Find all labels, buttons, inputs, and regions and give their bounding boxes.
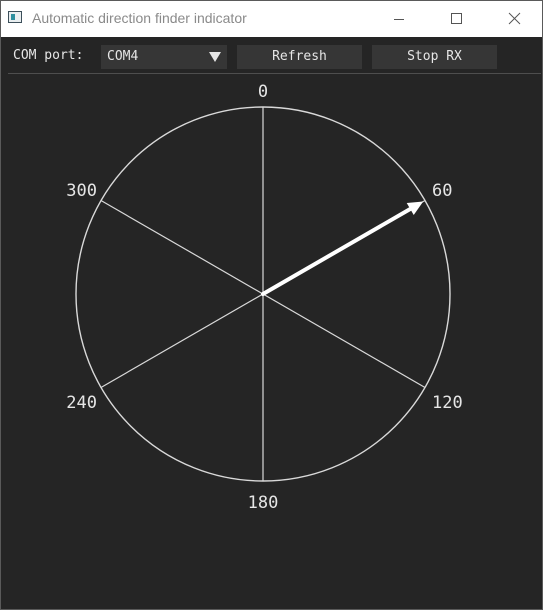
dial-label-120: 120	[432, 393, 463, 413]
needle-shaft	[261, 206, 414, 296]
dial-label-0: 0	[258, 82, 268, 102]
dial-label-60: 60	[432, 181, 452, 201]
app-window: Automatic direction finder indicator COM…	[0, 0, 543, 610]
dial-label-240: 240	[66, 393, 97, 413]
bearing-needle	[261, 201, 424, 296]
direction-dial: 0 60 120 180 240 300	[66, 82, 463, 513]
dial-label-300: 300	[66, 181, 97, 201]
dial-label-180: 180	[248, 493, 279, 513]
